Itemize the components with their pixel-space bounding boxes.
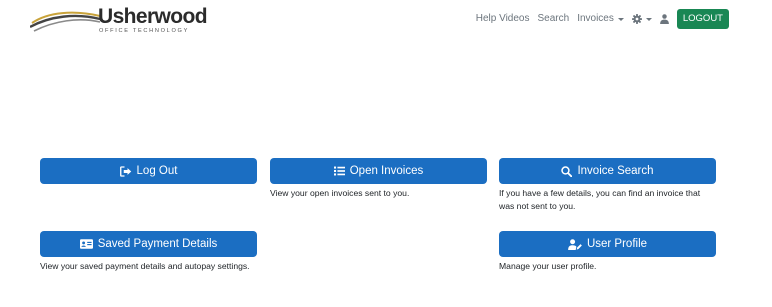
- gear-icon: [631, 14, 642, 24]
- top-nav: Help Videos Search Invoices LOGOUT: [476, 8, 729, 30]
- sign-out-icon: [119, 165, 132, 177]
- nav-search[interactable]: Search: [538, 8, 570, 30]
- chevron-down-icon: [617, 17, 624, 21]
- invoice-search-label: Invoice Search: [577, 165, 654, 177]
- invoice-search-button[interactable]: Invoice Search: [499, 158, 716, 184]
- swoosh-logo-icon: [30, 11, 101, 32]
- card-user-profile: User Profile Manage your user profile.: [499, 231, 716, 273]
- saved-payment-description: View your saved payment details and auto…: [40, 261, 250, 271]
- open-invoices-description: View your open invoices sent to you.: [270, 188, 410, 198]
- nav-invoices-label: Invoices: [577, 13, 614, 24]
- user-icon: [660, 14, 669, 24]
- invoice-search-description: If you have a few details, you can find …: [499, 188, 701, 211]
- open-invoices-label: Open Invoices: [349, 165, 424, 177]
- nav-settings-dropdown[interactable]: [631, 14, 652, 24]
- user-profile-description: Manage your user profile.: [499, 261, 597, 271]
- brand-tagline: OFFICE TECHNOLOGY: [99, 28, 190, 34]
- logout-button[interactable]: LOGOUT: [676, 9, 729, 29]
- user-profile-button[interactable]: User Profile: [499, 231, 716, 257]
- saved-payment-label: Saved Payment Details: [97, 238, 218, 250]
- log-out-button[interactable]: Log Out: [40, 158, 257, 184]
- log-out-label: Log Out: [136, 165, 178, 177]
- list-icon: [333, 166, 345, 176]
- search-icon: [561, 165, 573, 177]
- brand-name: Usherwood: [98, 5, 208, 28]
- card-open-invoices: Open Invoices View your open invoices se…: [270, 158, 487, 200]
- navbar: Usherwood OFFICE TECHNOLOGY Help Videos …: [0, 0, 772, 40]
- open-invoices-button[interactable]: Open Invoices: [270, 158, 487, 184]
- nav-help-videos[interactable]: Help Videos: [476, 8, 530, 30]
- brand-logo[interactable]: Usherwood OFFICE TECHNOLOGY: [30, 6, 208, 36]
- card-invoice-search: Invoice Search If you have a few details…: [499, 158, 716, 213]
- nav-user[interactable]: [660, 14, 669, 24]
- nav-invoices-dropdown[interactable]: Invoices: [577, 8, 624, 30]
- card-logout: Log Out: [40, 158, 257, 184]
- page: Usherwood OFFICE TECHNOLOGY Help Videos …: [0, 0, 772, 307]
- user-edit-icon: [568, 238, 582, 250]
- id-card-icon: [79, 239, 93, 249]
- chevron-down-icon: [645, 17, 652, 21]
- card-saved-payment: Saved Payment Details View your saved pa…: [40, 231, 257, 273]
- saved-payment-details-button[interactable]: Saved Payment Details: [40, 231, 257, 257]
- user-profile-label: User Profile: [586, 238, 648, 250]
